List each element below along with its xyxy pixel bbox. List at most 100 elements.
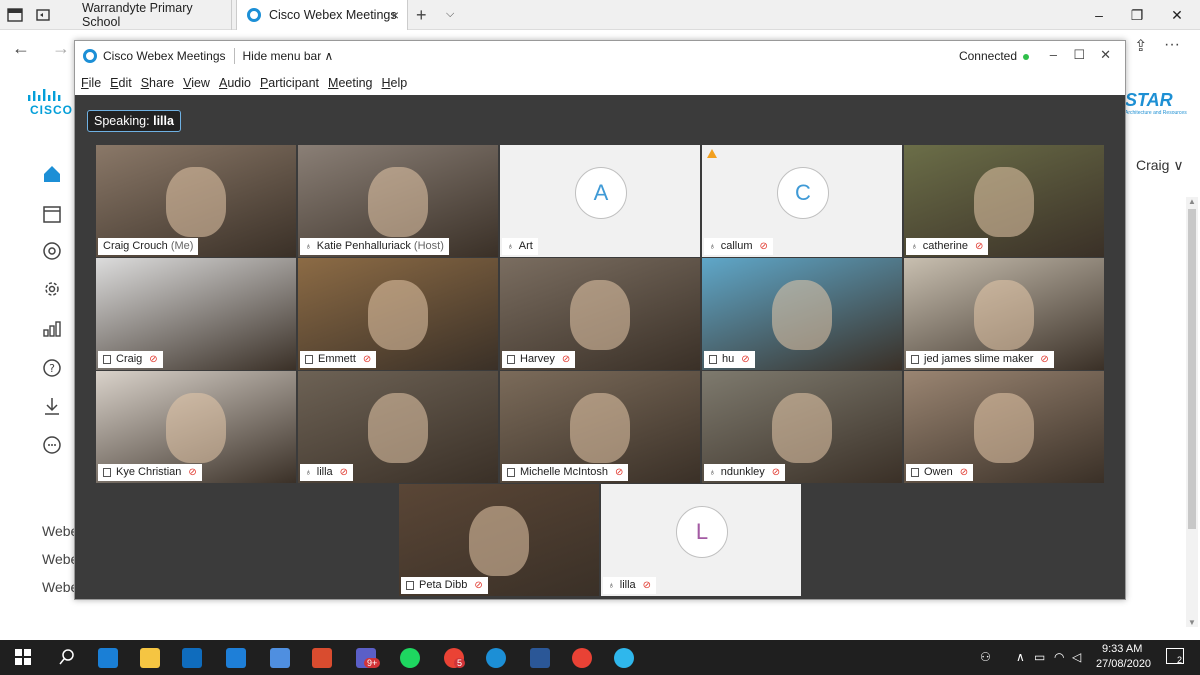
tray-overflow-icon[interactable]: ∧ bbox=[1016, 650, 1025, 664]
video-feed bbox=[974, 167, 1034, 237]
menu-share[interactable]: Share bbox=[141, 76, 174, 90]
participant-tile[interactable]: Harvey ⊘ bbox=[500, 258, 700, 370]
people-icon[interactable]: ⚇ bbox=[980, 650, 991, 664]
chrome-icon[interactable] bbox=[572, 648, 592, 668]
participant-name: Michelle McIntosh bbox=[520, 466, 609, 478]
webex-titlebar: Cisco Webex Meetings Hide menu bar ∧ Con… bbox=[75, 41, 1125, 71]
participant-tile[interactable]: Emmett ⊘ bbox=[298, 258, 498, 370]
clock-date[interactable]: 27/08/2020 bbox=[1096, 658, 1151, 670]
clock-time[interactable]: 9:33 AM bbox=[1102, 643, 1142, 655]
tab-list-icon[interactable] bbox=[6, 6, 24, 24]
participant-tile[interactable]: Craig Crouch (Me) bbox=[96, 145, 296, 257]
participant-tile[interactable]: Michelle McIntosh ⊘ bbox=[500, 371, 700, 483]
participant-name: lilla bbox=[619, 579, 636, 591]
ie-icon[interactable] bbox=[226, 648, 246, 668]
calendar-icon[interactable] bbox=[40, 203, 64, 227]
search-icon[interactable] bbox=[58, 648, 78, 668]
download-icon[interactable] bbox=[40, 395, 64, 419]
tab-dropdown-icon[interactable]: ⌵ bbox=[446, 8, 454, 21]
participant-tile[interactable]: ♁ ndunkley ⊘ bbox=[702, 371, 902, 483]
close-tab-icon[interactable]: × bbox=[391, 7, 399, 23]
webex-icon[interactable] bbox=[40, 240, 64, 264]
store-icon[interactable] bbox=[270, 648, 290, 668]
hide-menu-bar-button[interactable]: Hide menu bar ∧ bbox=[243, 49, 334, 63]
webex-minimize-icon[interactable]: – bbox=[1050, 47, 1057, 62]
minimize-icon: – bbox=[1095, 7, 1103, 23]
share-icon[interactable]: ⇪ bbox=[1134, 36, 1147, 56]
windows-start-icon[interactable] bbox=[14, 648, 34, 668]
defender-icon[interactable] bbox=[486, 648, 506, 668]
participant-tile[interactable]: ♁ catherine ⊘ bbox=[904, 145, 1104, 257]
muted-mic-icon: ⊘ bbox=[149, 354, 158, 365]
outlook-icon[interactable] bbox=[182, 648, 202, 668]
menu-meeting[interactable]: Meeting bbox=[328, 76, 372, 90]
webex-link[interactable]: Webe bbox=[42, 551, 78, 567]
menu-help[interactable]: Help bbox=[382, 76, 408, 90]
close-button[interactable]: ✕ bbox=[1154, 0, 1200, 30]
menu-view[interactable]: View bbox=[183, 76, 210, 90]
participant-name: callum bbox=[720, 240, 753, 252]
participant-tile[interactable]: C ♁ callum ⊘ bbox=[702, 145, 902, 257]
video-off-icon bbox=[911, 355, 919, 364]
gear-icon[interactable] bbox=[40, 278, 64, 302]
participant-tile[interactable]: ♁ Katie Penhalluriack (Host) bbox=[298, 145, 498, 257]
chat-icon[interactable] bbox=[40, 434, 64, 458]
volume-muted-icon[interactable]: ◁ bbox=[1072, 650, 1081, 664]
participant-tile[interactable]: Owen ⊘ bbox=[904, 371, 1104, 483]
muted-mic-icon: ⊘ bbox=[741, 354, 750, 365]
tab-warrandyte[interactable]: Warrandyte Primary School bbox=[72, 0, 232, 30]
file-explorer-icon[interactable] bbox=[140, 648, 160, 668]
set-aside-tabs-icon[interactable] bbox=[34, 6, 52, 24]
menu-file[interactable]: File bbox=[81, 76, 101, 90]
participant-tile[interactable]: hu ⊘ bbox=[702, 258, 902, 370]
webex-link[interactable]: Webe bbox=[42, 523, 78, 539]
forward-icon[interactable]: → bbox=[52, 38, 70, 59]
scroll-up-icon[interactable]: ▲ bbox=[1188, 197, 1196, 206]
participant-label: ♁ lilla ⊘ bbox=[300, 464, 354, 481]
more-icon[interactable]: ··· bbox=[1164, 36, 1180, 54]
edge-icon[interactable] bbox=[98, 648, 118, 668]
video-off-icon bbox=[305, 355, 313, 364]
menu-audio[interactable]: Audio bbox=[219, 76, 251, 90]
wheel-icon[interactable] bbox=[312, 648, 332, 668]
menu-participant[interactable]: Participant bbox=[260, 76, 319, 90]
analytics-icon[interactable] bbox=[40, 318, 64, 342]
new-tab-icon[interactable]: + bbox=[416, 5, 427, 26]
home-icon[interactable] bbox=[40, 163, 64, 187]
participant-tile[interactable]: ♁ lilla ⊘ bbox=[298, 371, 498, 483]
notification-icon[interactable]: 2 bbox=[1166, 648, 1184, 665]
microphone-icon: ♁ bbox=[911, 241, 918, 251]
video-feed bbox=[772, 280, 832, 350]
participant-tile[interactable]: L ♁ lilla ⊘ bbox=[601, 484, 801, 596]
scrollbar-thumb[interactable] bbox=[1188, 209, 1196, 529]
video-feed bbox=[166, 393, 226, 463]
webex-link[interactable]: Webe bbox=[42, 579, 78, 595]
help-icon[interactable]: ? bbox=[40, 357, 64, 381]
battery-icon[interactable]: ▭ bbox=[1034, 650, 1045, 664]
participant-tile[interactable]: A ♁ Art bbox=[500, 145, 700, 257]
page-scrollbar[interactable]: ▲ ▼ bbox=[1186, 197, 1198, 627]
participant-tile[interactable]: Craig ⊘ bbox=[96, 258, 296, 370]
word-icon[interactable] bbox=[530, 648, 550, 668]
participant-tile[interactable]: Kye Christian ⊘ bbox=[96, 371, 296, 483]
chrome-alt-badge: 5 bbox=[454, 658, 466, 668]
active-speaker-name: lilla bbox=[153, 114, 174, 128]
participant-tile[interactable]: Peta Dibb ⊘ bbox=[399, 484, 599, 596]
spotify-icon[interactable] bbox=[400, 648, 420, 668]
tab-webex[interactable]: Cisco Webex Meetings × bbox=[236, 0, 408, 30]
user-menu[interactable]: Craig ∨ bbox=[1136, 157, 1184, 174]
wifi-icon[interactable]: ◠ bbox=[1054, 650, 1064, 664]
participant-avatar: L bbox=[676, 506, 728, 558]
scroll-down-icon[interactable]: ▼ bbox=[1188, 618, 1196, 627]
participant-label: Michelle McIntosh ⊘ bbox=[502, 464, 629, 481]
menu-edit[interactable]: Edit bbox=[110, 76, 132, 90]
video-feed bbox=[974, 393, 1034, 463]
webex-icon[interactable] bbox=[614, 648, 634, 668]
back-icon[interactable]: ← bbox=[12, 38, 30, 59]
participant-tile[interactable]: jed james slime maker ⊘ bbox=[904, 258, 1104, 370]
webex-close-icon[interactable]: ✕ bbox=[1100, 47, 1111, 63]
tab-label: Warrandyte Primary School bbox=[82, 1, 193, 29]
tab-label: Cisco Webex Meetings bbox=[269, 8, 397, 22]
svg-text:?: ? bbox=[49, 362, 55, 375]
webex-maximize-icon[interactable]: ☐ bbox=[1073, 47, 1085, 63]
